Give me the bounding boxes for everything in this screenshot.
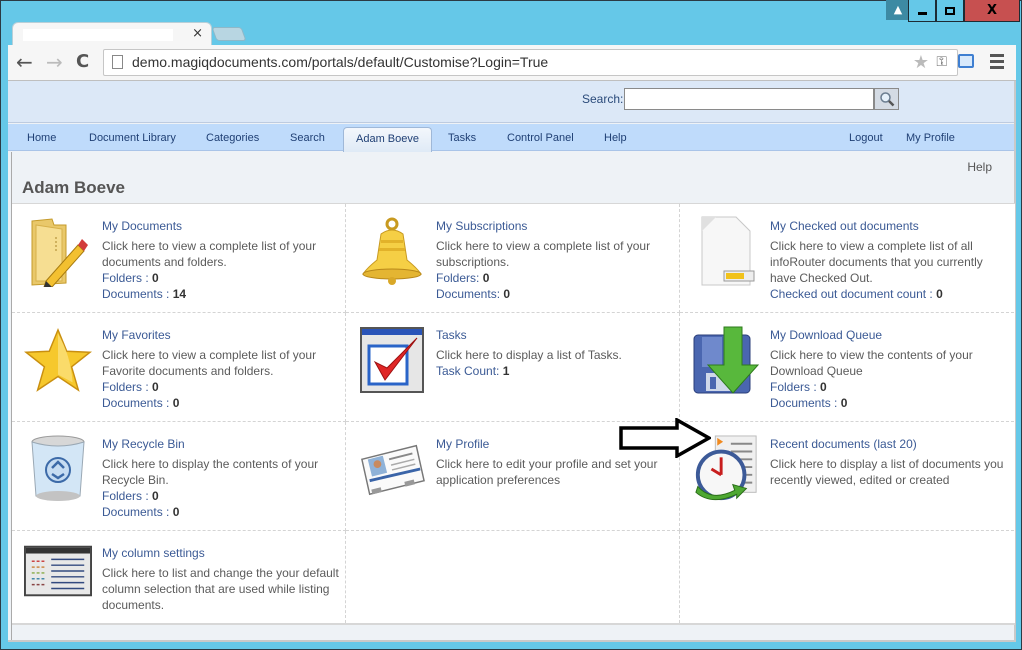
column-settings-icon [24, 541, 92, 601]
new-tab-button[interactable] [211, 27, 247, 41]
maximize-icon [945, 6, 955, 15]
documents-count: Documents : 0 [102, 396, 180, 410]
empty-cell [346, 531, 680, 623]
minimize-button[interactable] [908, 0, 936, 22]
card-title[interactable]: My Recycle Bin [102, 436, 342, 452]
card-title[interactable]: My Favorites [102, 327, 342, 343]
folders-count: Folders : 0 [770, 380, 827, 394]
search-button[interactable] [874, 88, 899, 110]
folders-count: Folders: 0 [436, 271, 490, 285]
web-page: Search: Home Document Library Categories… [8, 81, 1016, 642]
empty-cell [680, 531, 1014, 623]
nav-categories[interactable]: Categories [206, 132, 259, 144]
card-my-documents[interactable]: My Documents Click here to view a comple… [12, 204, 346, 313]
nav-adam-boeve[interactable]: Adam Boeve [343, 127, 432, 152]
browser-tab[interactable]: × [12, 22, 212, 47]
browser-toolbar: ← → C demo.magiqdocuments.com/portals/de… [8, 45, 1016, 81]
nav-help[interactable]: Help [604, 132, 627, 144]
card-description: Click here to display a list of document… [770, 457, 1004, 487]
card-recent-documents[interactable]: Recent documents (last 20) Click here to… [680, 422, 1014, 531]
documents-count: Documents : 0 [770, 396, 848, 410]
main-nav: Home Document Library Categories Search … [8, 124, 1014, 152]
bell-icon [358, 214, 426, 288]
card-description: Click here to display a list of Tasks. [436, 348, 622, 362]
download-queue-icon [692, 323, 760, 397]
close-window-button[interactable]: X [964, 0, 1020, 22]
search-input[interactable] [624, 88, 874, 110]
card-description: Click here to view a complete list of yo… [102, 239, 317, 269]
page-title: Adam Boeve [22, 178, 125, 197]
nav-my-profile[interactable]: My Profile [906, 132, 955, 144]
content-area: Help Adam Boeve My Documents Click here … [11, 152, 1015, 640]
folders-count: Folders : 0 [102, 271, 159, 285]
back-arrow-icon[interactable]: ← [16, 52, 33, 72]
search-label: Search: [582, 92, 624, 106]
bookmark-star-icon[interactable]: ★ [913, 52, 929, 73]
card-my-download-queue[interactable]: My Download Queue Click here to view the… [680, 313, 1014, 422]
card-title[interactable]: Recent documents (last 20) [770, 436, 1010, 452]
page-icon [112, 55, 123, 69]
address-bar[interactable]: demo.magiqdocuments.com/portals/default/… [103, 49, 958, 76]
card-description: Click here to display the contents of yo… [102, 457, 319, 487]
url-text[interactable]: demo.magiqdocuments.com/portals/default/… [132, 54, 548, 70]
nav-control-panel[interactable]: Control Panel [507, 132, 574, 144]
card-description: Click here to view the contents of your … [770, 348, 973, 378]
card-description: Click here to view a complete list of al… [770, 239, 983, 285]
magnifier-icon [879, 92, 894, 107]
nav-tasks[interactable]: Tasks [448, 132, 476, 144]
card-description: Click here to view a complete list of yo… [102, 348, 317, 378]
card-description: Click here to list and change the your d… [102, 566, 339, 612]
card-tasks[interactable]: Tasks Click here to display a list of Ta… [346, 313, 680, 422]
nav-logout[interactable]: Logout [849, 132, 883, 144]
documents-count: Documents : 0 [102, 505, 180, 519]
documents-count: Documents: 0 [436, 287, 511, 301]
documents-count: Documents : 14 [102, 287, 187, 301]
help-link[interactable]: Help [967, 160, 992, 174]
card-my-checked-out-documents[interactable]: My Checked out documents Click here to v… [680, 204, 1014, 313]
task-count: Task Count: 1 [436, 364, 510, 378]
window-controls: X [908, 0, 1020, 22]
forward-arrow-icon[interactable]: → [46, 52, 63, 72]
nav-home[interactable]: Home [27, 132, 56, 144]
annotation-arrow-icon [619, 418, 711, 458]
tab-close-icon[interactable]: × [192, 26, 203, 41]
minimize-icon [917, 12, 927, 15]
card-title[interactable]: My Checked out documents [770, 218, 1010, 234]
recycle-bin-icon [24, 432, 92, 506]
extension-icon[interactable] [958, 54, 974, 68]
key-icon[interactable]: ⚿ [936, 54, 947, 70]
card-my-subscriptions[interactable]: My Subscriptions Click here to view a co… [346, 204, 680, 313]
profile-card-icon [358, 432, 426, 506]
dashboard-grid: My Documents Click here to view a comple… [12, 203, 1015, 625]
hamburger-menu-icon[interactable] [990, 54, 1004, 72]
page-header: Search: [8, 81, 1014, 123]
card-my-recycle-bin[interactable]: My Recycle Bin Click here to display the… [12, 422, 346, 531]
maximize-button[interactable] [936, 0, 964, 22]
checked-out-document-icon [692, 214, 760, 288]
checked-out-count: Checked out document count : 0 [770, 287, 943, 301]
card-my-column-settings[interactable]: My column settings Click here to list an… [12, 531, 346, 623]
card-title[interactable]: My Documents [102, 218, 342, 234]
card-description: Click here to view a complete list of yo… [436, 239, 651, 269]
card-title[interactable]: My Subscriptions [436, 218, 676, 234]
card-title[interactable]: Tasks [436, 327, 676, 343]
task-checkbox-icon [358, 323, 426, 397]
folder-pencil-icon [24, 214, 92, 288]
card-my-favorites[interactable]: My Favorites Click here to view a comple… [12, 313, 346, 422]
nav-document-library[interactable]: Document Library [89, 132, 176, 144]
folders-count: Folders : 0 [102, 380, 159, 394]
folders-count: Folders : 0 [102, 489, 159, 503]
card-description: Click here to edit your profile and set … [436, 457, 658, 487]
star-icon [24, 323, 92, 397]
user-profile-icon[interactable]: ▲ [886, 0, 910, 20]
reload-icon[interactable]: C [76, 52, 89, 72]
nav-search[interactable]: Search [290, 132, 325, 144]
tab-title [23, 29, 173, 41]
card-title[interactable]: My Download Queue [770, 327, 1010, 343]
card-title[interactable]: My column settings [102, 545, 342, 561]
